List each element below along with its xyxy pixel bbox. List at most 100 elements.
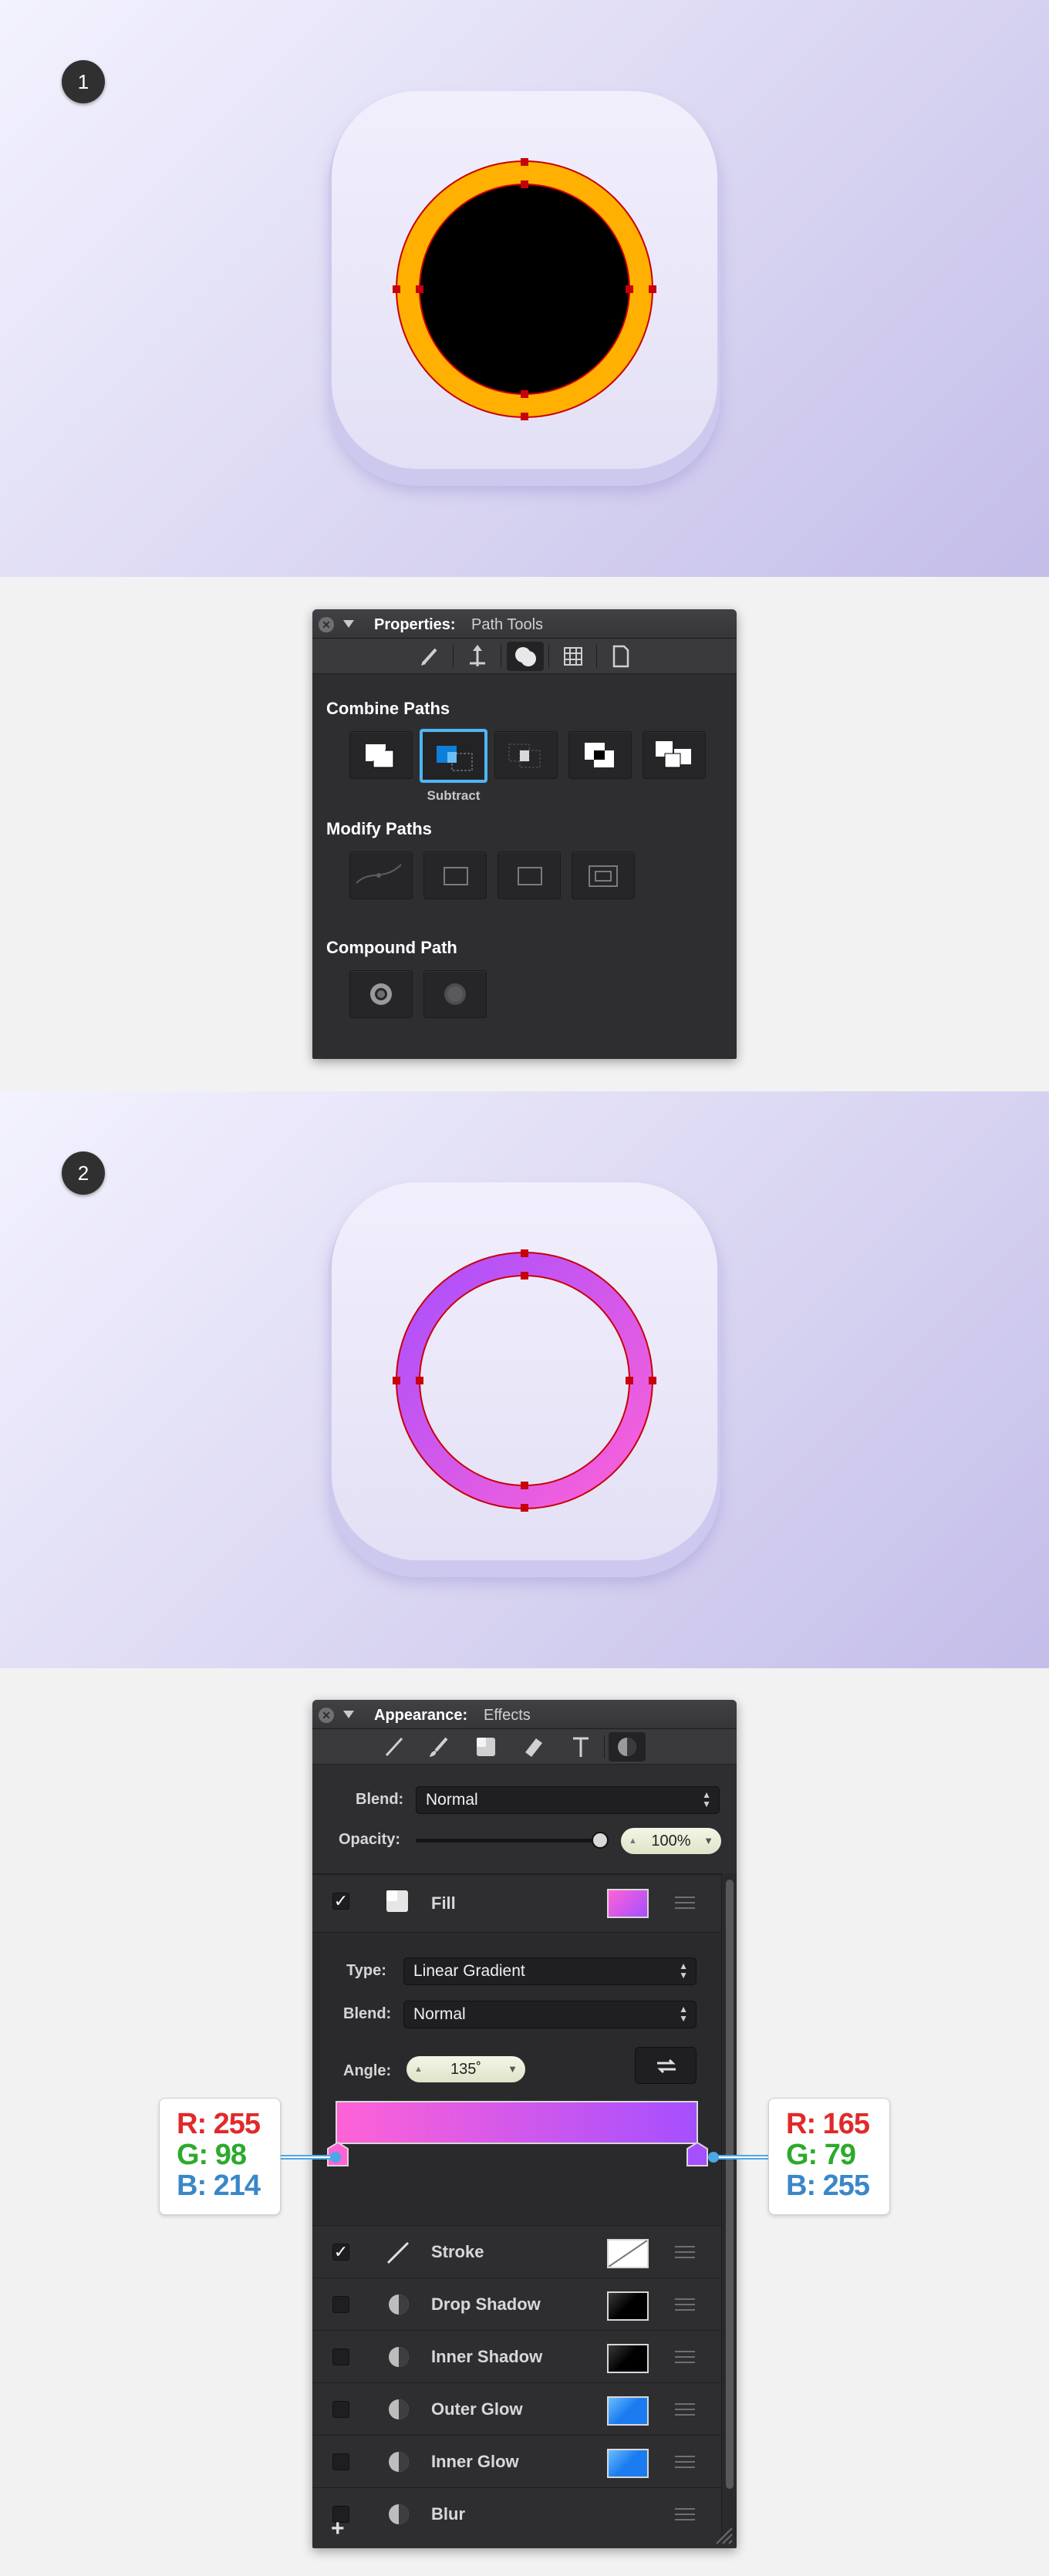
make-compound-button[interactable] (349, 970, 413, 1018)
stroke-checkbox[interactable]: ✓ (332, 2244, 349, 2261)
inner-shadow-checkbox[interactable] (332, 2348, 349, 2365)
panel-title: Properties: (374, 616, 456, 633)
fill-checkbox[interactable]: ✓ (332, 1893, 349, 1910)
angle-field[interactable]: ▲ 135˚ ▼ (406, 2056, 525, 2082)
text-icon[interactable] (562, 1732, 599, 1762)
drop-shadow-layer-row[interactable]: Drop Shadow (312, 2278, 721, 2330)
layer-label: Inner Glow (431, 2452, 519, 2471)
layer-label: Stroke (431, 2242, 484, 2261)
reorder-handle-icon[interactable] (675, 2456, 695, 2468)
appearance-titlebar: ✕ Appearance: Effects (312, 1700, 737, 1729)
eraser-icon[interactable] (514, 1732, 551, 1762)
rgb-blue-value: B: 255 (786, 2170, 870, 2202)
opacity-label: Opacity: (339, 1831, 401, 1848)
add-effect-button[interactable]: + (331, 2516, 345, 2542)
compound-ring-icon (370, 983, 392, 1005)
swap-arrows-icon (657, 2058, 676, 2074)
step-badge: 1 (62, 60, 105, 103)
outer-glow-layer-row[interactable]: Outer Glow (312, 2382, 721, 2435)
drop-shadow-swatch[interactable] (607, 2291, 649, 2321)
opacity-field[interactable]: ▲ 100% ▼ (621, 1828, 721, 1854)
layer-label: Outer Glow (431, 2399, 523, 2419)
fill-color-swatch[interactable] (607, 1889, 649, 1918)
disclosure-triangle-icon[interactable] (343, 1711, 354, 1718)
close-icon[interactable]: ✕ (319, 617, 334, 632)
document-icon[interactable] (602, 642, 639, 671)
reorder-handle-icon[interactable] (675, 2508, 695, 2520)
reorder-handle-icon[interactable] (675, 1897, 695, 1909)
gradient-bar[interactable] (336, 2101, 698, 2144)
anchor-points[interactable] (393, 1249, 656, 1512)
type-select[interactable]: Linear Gradient ▲ ▼ (403, 1957, 697, 1985)
layer-label: Inner Shadow (431, 2347, 543, 2366)
close-icon[interactable]: ✕ (319, 1708, 334, 1723)
fill-square-icon[interactable] (467, 1732, 504, 1762)
blur-layer-row[interactable]: Blur (312, 2487, 721, 2540)
angle-value: 135˚ (450, 2061, 482, 2078)
effects-icon[interactable] (609, 1732, 646, 1762)
line-tool-icon[interactable] (376, 1732, 413, 1762)
scrollbar-track[interactable] (721, 1873, 737, 2537)
stroke-layer-row[interactable]: ✓ Stroke (312, 2225, 721, 2278)
stroke-color-swatch[interactable] (607, 2239, 649, 2268)
inner-glow-swatch[interactable] (607, 2449, 649, 2478)
effect-icon (389, 2504, 409, 2524)
outer-glow-swatch[interactable] (607, 2396, 649, 2426)
layer-label: Blur (431, 2504, 465, 2524)
fill-label: Fill (431, 1893, 456, 1913)
opacity-slider-track[interactable] (416, 1839, 605, 1843)
gradient-ring (393, 1249, 656, 1512)
reorder-handle-icon[interactable] (675, 2246, 695, 2258)
step1-canvas: 1 (0, 0, 1049, 577)
opacity-slider-thumb[interactable] (592, 1832, 609, 1849)
transform-icon[interactable] (459, 642, 496, 671)
disclosure-triangle-icon[interactable] (343, 620, 354, 628)
brush-icon[interactable] (420, 1732, 457, 1762)
effect-icon (389, 2347, 409, 2367)
inset-path-button[interactable] (572, 851, 635, 899)
divide-icon (656, 741, 691, 768)
resize-grip-icon[interactable] (713, 2527, 734, 2545)
rgb-green-value: G: 79 (786, 2139, 856, 2171)
ring-path[interactable] (396, 1252, 653, 1509)
smooth-path-button[interactable] (349, 851, 413, 899)
opacity-value: 100% (651, 1833, 691, 1849)
compound-disc-icon (444, 983, 466, 1005)
inner-glow-layer-row[interactable]: Inner Glow (312, 2435, 721, 2487)
callout-connector-right (713, 2155, 771, 2160)
fill-layer-row[interactable]: ✓ Fill (312, 1875, 721, 1932)
offset-path-button[interactable] (423, 851, 487, 899)
grid-icon[interactable] (555, 642, 592, 671)
scrollbar-thumb[interactable] (726, 1880, 734, 2489)
angle-label: Angle: (343, 2062, 392, 2079)
fill-blend-select[interactable]: Normal ▲ ▼ (403, 2001, 697, 2028)
path-tools-icon[interactable] (507, 642, 544, 671)
outer-glow-checkbox[interactable] (332, 2401, 349, 2418)
reorder-handle-icon[interactable] (675, 2298, 695, 2311)
outline-path-button[interactable] (498, 851, 561, 899)
compound-path-label: Compound Path (326, 938, 457, 957)
reorder-handle-icon[interactable] (675, 2351, 695, 2363)
inner-glow-checkbox[interactable] (332, 2453, 349, 2470)
drop-shadow-checkbox[interactable] (332, 2296, 349, 2313)
release-compound-button[interactable] (423, 970, 487, 1018)
subtract-icon (437, 746, 473, 771)
step2-canvas: 2 (0, 1091, 1049, 1668)
inner-circle[interactable] (419, 184, 630, 395)
exclude-button[interactable] (568, 731, 632, 779)
gradient-stop-right[interactable] (686, 2141, 709, 2167)
divide-button[interactable] (643, 731, 706, 779)
reorder-handle-icon[interactable] (675, 2403, 695, 2416)
inner-shadow-layer-row[interactable]: Inner Shadow (312, 2330, 721, 2382)
union-button[interactable] (349, 731, 413, 779)
blend-select[interactable]: Normal ▲ ▼ (416, 1786, 720, 1814)
inner-shadow-swatch[interactable] (607, 2344, 649, 2373)
intersect-button[interactable] (494, 731, 558, 779)
line-icon (386, 2241, 410, 2264)
combine-paths-label: Combine Paths (326, 699, 450, 718)
pencil-icon[interactable] (411, 642, 448, 671)
panel-subtitle: Effects (484, 1707, 531, 1724)
subtract-button[interactable] (420, 729, 487, 783)
stop-marker-dot (708, 2152, 719, 2163)
reverse-gradient-button[interactable] (635, 2047, 697, 2084)
